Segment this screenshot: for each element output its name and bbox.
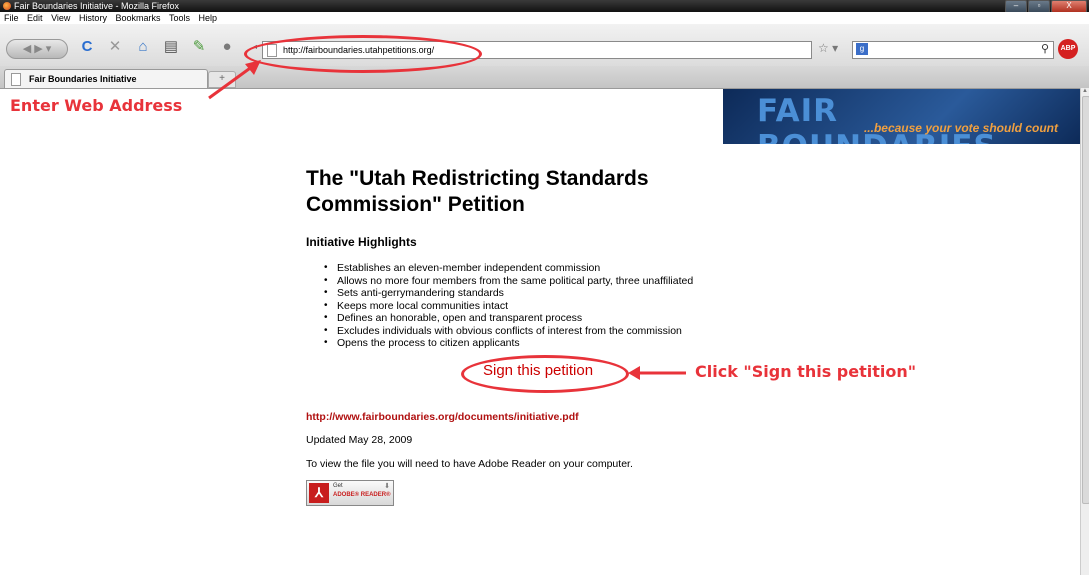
- sign-petition-highlight-ellipse: [461, 355, 629, 393]
- list-item: Establishes an eleven-member independent…: [322, 262, 693, 275]
- click-arrow-icon: [628, 366, 686, 380]
- reload-icon[interactable]: C: [78, 38, 96, 56]
- menu-tools[interactable]: Tools: [169, 13, 190, 23]
- menu-edit[interactable]: Edit: [27, 13, 43, 23]
- addon-icon[interactable]: ●: [218, 38, 236, 56]
- search-field[interactable]: g ⚲: [852, 41, 1054, 59]
- page-title: The "Utah Redistricting Standards Commis…: [306, 167, 649, 216]
- adblock-icon[interactable]: ABP: [1058, 39, 1078, 59]
- title-bar: Fair Boundaries Initiative - Mozilla Fir…: [0, 0, 1089, 13]
- updated-date: Updated May 28, 2009: [306, 434, 413, 446]
- adobe-get-label: Get: [333, 483, 343, 489]
- menu-help[interactable]: Help: [199, 13, 218, 23]
- download-icon: ⬇: [384, 483, 390, 490]
- enter-address-annotation: Enter Web Address: [10, 96, 183, 115]
- vertical-scrollbar[interactable]: ▲: [1080, 88, 1089, 575]
- window-title: Fair Boundaries Initiative - Mozilla Fir…: [14, 1, 180, 11]
- back-forward-icon[interactable]: ◀ ▶ ▾: [6, 39, 68, 59]
- fair-boundaries-banner: FAIR BOUNDARIES ...because your vote sho…: [723, 89, 1080, 144]
- list-item: Sets anti-gerrymandering standards: [322, 287, 693, 300]
- enter-address-arrow-icon: [208, 60, 261, 100]
- search-icon[interactable]: ⚲: [1041, 42, 1049, 55]
- banner-tagline: ...because your vote should count: [863, 121, 1058, 135]
- address-highlight-ellipse: [244, 35, 482, 73]
- menu-bookmarks[interactable]: Bookmarks: [115, 13, 160, 23]
- menu-file[interactable]: File: [4, 13, 19, 23]
- tab-strip: Fair Boundaries Initiative +: [0, 66, 1089, 89]
- navigation-toolbar: ◀ ▶ ▾ C ✕ ⌂ ▤ ✎ ● ◂ http://fairboundarie…: [0, 24, 1089, 67]
- click-sign-annotation: Click "Sign this petition": [695, 362, 917, 381]
- list-item: Defines an honorable, open and transpare…: [322, 312, 693, 325]
- list-item: Allows no more four members from the sam…: [322, 275, 693, 288]
- bookmark-icon[interactable]: ✎: [190, 38, 208, 56]
- page-icon: [11, 73, 21, 86]
- menu-view[interactable]: View: [51, 13, 70, 23]
- list-item: Excludes individuals with obvious confli…: [322, 325, 693, 338]
- list-item: Keeps more local communities intact: [322, 300, 693, 313]
- highlights-heading: Initiative Highlights: [306, 235, 417, 249]
- home-icon[interactable]: ⌂: [134, 38, 152, 56]
- star-icon[interactable]: ☆ ▾: [818, 41, 838, 55]
- scroll-up-icon[interactable]: ▲: [1082, 88, 1088, 94]
- adobe-reader-note: To view the file you will need to have A…: [306, 458, 633, 470]
- list-item: Opens the process to citizen applicants: [322, 337, 693, 350]
- highlights-list: Establishes an eleven-member independent…: [322, 262, 693, 350]
- initiative-pdf-link[interactable]: http://www.fairboundaries.org/documents/…: [306, 411, 579, 423]
- print-icon[interactable]: ▤: [162, 38, 180, 56]
- adobe-pdf-icon: ⅄: [309, 483, 329, 503]
- scroll-thumb[interactable]: [1082, 96, 1089, 504]
- tab-label: Fair Boundaries Initiative: [29, 74, 137, 84]
- window-controls: – ▫ X: [1004, 0, 1087, 13]
- menu-history[interactable]: History: [79, 13, 107, 23]
- google-icon[interactable]: g: [856, 43, 868, 55]
- menu-bar: File Edit View History Bookmarks Tools H…: [0, 12, 1089, 24]
- stop-icon[interactable]: ✕: [106, 38, 124, 56]
- banner-title: FAIR BOUNDARIES: [757, 93, 996, 144]
- adobe-reader-label: ADOBE® READER®: [333, 492, 391, 498]
- tab-fair-boundaries[interactable]: Fair Boundaries Initiative: [4, 69, 208, 88]
- get-adobe-reader-button[interactable]: ⅄ Get ADOBE® READER® ⬇: [306, 480, 394, 506]
- firefox-icon: [3, 2, 11, 10]
